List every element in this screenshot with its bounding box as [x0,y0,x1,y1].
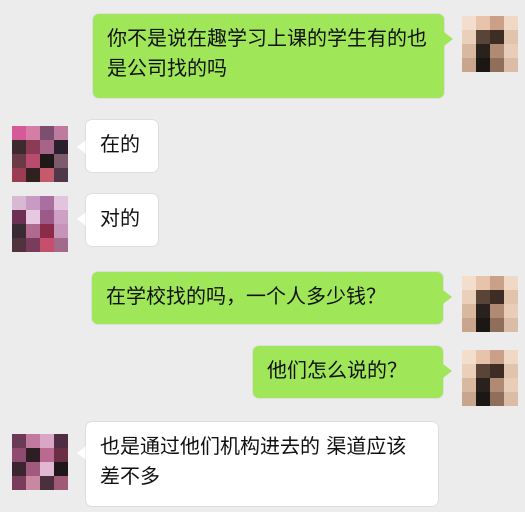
message-text: 在学校找的吗，一个人多少钱？ [106,284,386,308]
message-text: 他们怎么说的？ [267,358,407,382]
sent-message-bubble[interactable]: 在学校找的吗，一个人多少钱？ [92,272,443,324]
received-message-bubble[interactable]: 在的 [86,120,158,172]
bubble-tail [443,290,452,304]
received-message-bubble[interactable]: 也是通过他们机构进去的 渠道应该差不多 [86,422,438,506]
message-text: 在的 [100,132,140,156]
avatar-self[interactable] [462,276,518,332]
bubble-tail [444,32,453,46]
bubble-tail [77,212,86,226]
bubble-tail [77,446,86,460]
bubble-tail [77,140,86,154]
message-text: 也是通过他们机构进去的 渠道应该差不多 [100,434,407,488]
avatar-contact[interactable] [12,434,68,490]
message-text: 你不是说在趣学习上课的学生有的也是公司找的吗 [107,26,427,80]
received-message-bubble[interactable]: 对的 [86,194,158,246]
sent-message-bubble[interactable]: 他们怎么说的？ [253,346,443,398]
avatar-contact[interactable] [12,126,68,182]
sent-message-bubble[interactable]: 你不是说在趣学习上课的学生有的也是公司找的吗 [93,14,444,98]
avatar-self[interactable] [462,16,518,72]
bubble-tail [443,364,452,378]
chat-window: { "messages": [ {"side": "right", "text"… [0,0,525,512]
message-text: 对的 [100,206,140,230]
avatar-self[interactable] [462,350,518,406]
avatar-contact[interactable] [12,196,68,252]
